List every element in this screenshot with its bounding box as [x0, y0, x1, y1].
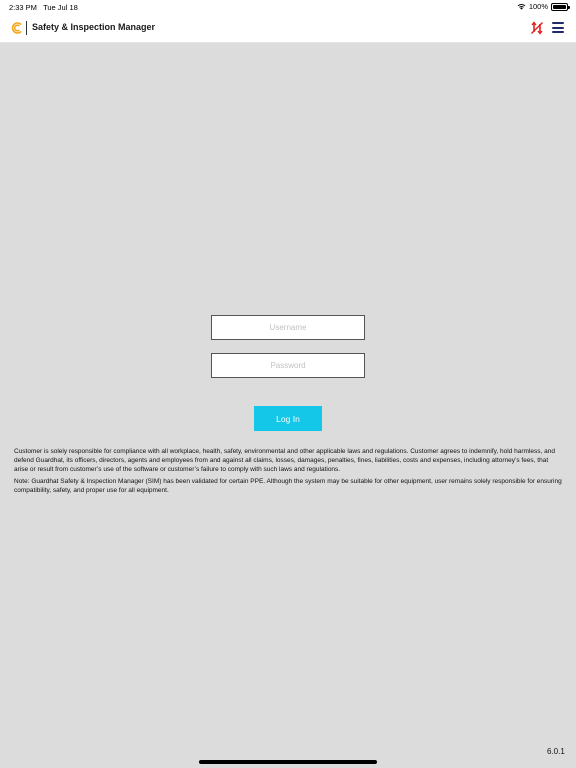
menu-icon-bar	[552, 31, 564, 33]
status-time-date: 2:33 PM Tue Jul 18	[9, 3, 78, 12]
logo-icon	[11, 22, 22, 34]
password-input[interactable]	[211, 353, 365, 378]
username-input[interactable]	[211, 315, 365, 340]
status-bar: 2:33 PM Tue Jul 18 100%	[0, 0, 576, 14]
battery-percent: 100%	[528, 2, 548, 11]
app-header: Safety & Inspection Manager	[0, 14, 576, 42]
wifi-icon	[517, 3, 526, 10]
app-version: 6.0.1	[547, 747, 565, 756]
disclaimer-text: Customer is solely responsible for compl…	[14, 448, 555, 473]
battery-icon	[551, 2, 570, 11]
login-button[interactable]: Log In	[254, 406, 322, 431]
status-date: Tue Jul 18	[43, 3, 78, 12]
header-divider	[26, 21, 27, 35]
battery-level	[553, 4, 566, 9]
status-indicators: 100%	[517, 2, 570, 11]
status-time: 2:33 PM	[9, 3, 37, 12]
offline-sync-icon[interactable]	[531, 21, 543, 35]
home-indicator[interactable]	[199, 760, 377, 764]
menu-icon-bar	[552, 26, 564, 29]
menu-icon-bar	[552, 22, 564, 24]
menu-icon[interactable]	[552, 22, 564, 33]
app-title: Safety & Inspection Manager	[32, 22, 156, 32]
ppe-note-text: Note: Guardhat Safety & Inspection Manag…	[14, 478, 562, 494]
